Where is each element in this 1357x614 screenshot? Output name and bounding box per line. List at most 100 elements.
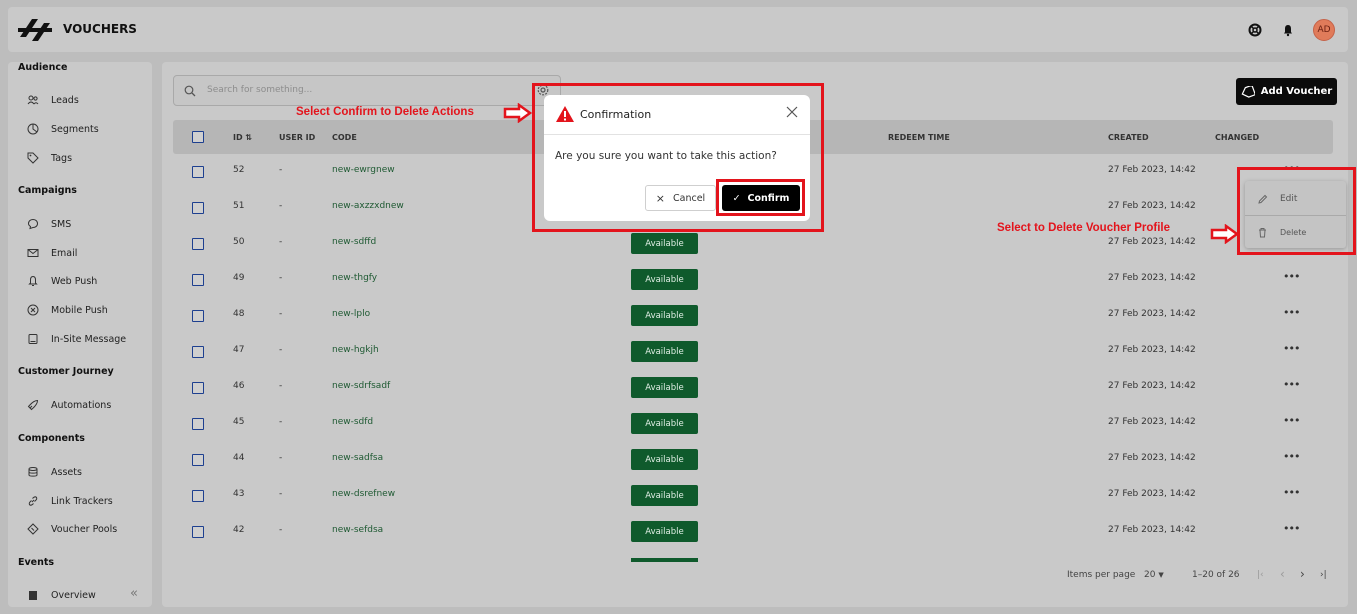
cell-created: 27 Feb 2023, 14:42 [1108, 273, 1196, 283]
sidebar-item-overview[interactable]: Overview [26, 588, 96, 602]
row-checkbox[interactable] [192, 454, 204, 466]
table-row[interactable]: 47 - new-hgkjh Available 27 Feb 2023, 14:42 •… [173, 334, 1333, 370]
sidebar-item-in-site-message[interactable]: In-Site Message [26, 332, 126, 346]
select-all-checkbox[interactable] [192, 131, 204, 143]
cell-id: 50 [233, 237, 245, 247]
cell-id: 47 [233, 345, 245, 355]
sidebar-item-label: Link Trackers [51, 495, 113, 507]
row-actions-button[interactable]: ••• [1283, 342, 1300, 355]
cell-created: 27 Feb 2023, 14:42 [1108, 525, 1196, 535]
search-input[interactable]: Search for something... [173, 75, 561, 106]
notifications-bell-icon[interactable] [1281, 23, 1295, 37]
tag-icon [26, 152, 39, 165]
help-lifebuoy-icon[interactable] [1248, 23, 1262, 37]
cell-user-id: - [279, 273, 283, 283]
sidebar-item-web-push[interactable]: Web Push [26, 274, 97, 288]
cell-user-id: - [279, 381, 283, 391]
row-checkbox[interactable] [192, 382, 204, 394]
annotation-arrow-icon [1210, 224, 1240, 244]
items-per-page-select[interactable]: 20 ▼ [1144, 570, 1164, 580]
sidebar-section-events: Events [18, 557, 55, 568]
cell-code: new-sadfsa [332, 453, 384, 463]
items-per-page-label: Items per page [1067, 570, 1136, 580]
cell-created: 27 Feb 2023, 14:42 [1108, 417, 1196, 427]
sidebar-item-segments[interactable]: Segments [26, 122, 99, 136]
row-checkbox[interactable] [192, 526, 204, 538]
table-row[interactable]: 49 - new-thgfy Available 27 Feb 2023, 14:42 •… [173, 262, 1333, 298]
row-checkbox[interactable] [192, 346, 204, 358]
column-header-changed[interactable]: CHANGED [1215, 133, 1259, 142]
add-voucher-label: Add Voucher [1260, 86, 1333, 97]
logo-icon[interactable] [18, 17, 52, 43]
column-header-user-id[interactable]: USER ID [279, 133, 315, 142]
sidebar-item-mobile-push[interactable]: Mobile Push [26, 303, 108, 317]
table-row[interactable]: 45 - new-sdfd Available 27 Feb 2023, 14:42 ••… [173, 406, 1333, 442]
row-checkbox[interactable] [192, 310, 204, 322]
sidebar-section-customer-journey: Customer Journey [18, 366, 114, 377]
row-checkbox[interactable] [192, 490, 204, 502]
sidebar-item-voucher-pools[interactable]: Voucher Pools [26, 522, 117, 536]
cell-id: 42 [233, 525, 245, 535]
cell-id: 45 [233, 417, 245, 427]
add-voucher-button[interactable]: Add Voucher [1236, 78, 1337, 105]
cell-id: 51 [233, 201, 245, 211]
sidebar-item-sms[interactable]: SMS [26, 217, 71, 231]
sidebar-item-label: Assets [51, 466, 82, 478]
sidebar-item-label: Mobile Push [51, 304, 108, 316]
column-header-code[interactable]: CODE [332, 133, 357, 142]
user-avatar[interactable]: AD [1313, 19, 1335, 41]
sidebar-item-label: Email [51, 247, 78, 259]
sidebar-item-automations[interactable]: Automations [26, 398, 111, 412]
row-checkbox[interactable] [192, 202, 204, 214]
page-title: VOUCHERS [63, 22, 137, 36]
collapse-sidebar-icon[interactable]: « [130, 586, 138, 601]
table-row[interactable]: 42 - new-sefdsa Available 27 Feb 2023, 14:42… [173, 514, 1333, 550]
row-actions-button[interactable]: ••• [1283, 270, 1300, 283]
previous-page-icon[interactable]: ‹ [1280, 567, 1285, 581]
cell-user-id: - [279, 309, 283, 319]
row-actions-button[interactable]: ••• [1283, 522, 1300, 535]
sidebar-item-label: Automations [51, 399, 112, 411]
table-row[interactable]: 44 - new-sadfsa Available 27 Feb 2023, 14:42… [173, 442, 1333, 478]
row-actions-button[interactable]: ••• [1283, 306, 1300, 319]
row-checkbox[interactable] [192, 166, 204, 178]
row-checkbox[interactable] [192, 418, 204, 430]
table-row[interactable]: 48 - new-lplo Available 27 Feb 2023, 14:42 ••… [173, 298, 1333, 334]
sidebar-item-leads[interactable]: Leads [26, 93, 79, 107]
column-header-label: ID [233, 133, 243, 142]
status-badge: Available [631, 413, 698, 434]
top-header: VOUCHERS AD [8, 7, 1348, 52]
last-page-icon[interactable]: ›| [1320, 570, 1327, 580]
cell-user-id: - [279, 453, 283, 463]
sidebar-item-label: Web Push [51, 275, 98, 287]
next-page-icon[interactable]: › [1300, 567, 1305, 581]
sidebar-item-assets[interactable]: Assets [26, 465, 82, 479]
status-badge: Available [631, 341, 698, 362]
row-actions-button[interactable]: ••• [1283, 378, 1300, 391]
table-row[interactable]: 46 - new-sdrfsadf Available 27 Feb 2023, 14:… [173, 370, 1333, 406]
cell-user-id: - [279, 237, 283, 247]
column-header-id[interactable]: ID ⇅ [233, 133, 252, 142]
column-header-created[interactable]: CREATED [1108, 133, 1149, 142]
row-actions-button[interactable]: ••• [1283, 486, 1300, 499]
table-row[interactable]: 43 - new-dsrefnew Available 27 Feb 2023, 14:… [173, 478, 1333, 514]
row-actions-button[interactable]: ••• [1283, 450, 1300, 463]
cell-user-id: - [279, 345, 283, 355]
cell-created: 27 Feb 2023, 14:42 [1108, 309, 1196, 319]
search-icon [184, 85, 196, 97]
sidebar-item-tags[interactable]: Tags [26, 151, 72, 165]
sidebar-item-link-trackers[interactable]: Link Trackers [26, 494, 113, 508]
bell-icon [26, 275, 39, 288]
cell-created: 27 Feb 2023, 14:42 [1108, 381, 1196, 391]
row-checkbox[interactable] [192, 238, 204, 250]
cell-user-id: - [279, 165, 283, 175]
cell-user-id: - [279, 525, 283, 535]
cell-created: 27 Feb 2023, 14:42 [1108, 165, 1196, 175]
status-badge: Available [631, 485, 698, 506]
overview-icon [26, 589, 39, 602]
first-page-icon[interactable]: |‹ [1257, 570, 1264, 580]
row-checkbox[interactable] [192, 274, 204, 286]
sidebar-item-email[interactable]: Email [26, 246, 77, 260]
row-actions-button[interactable]: ••• [1283, 414, 1300, 427]
column-header-redeem-time[interactable]: REDEEM TIME [888, 133, 950, 142]
